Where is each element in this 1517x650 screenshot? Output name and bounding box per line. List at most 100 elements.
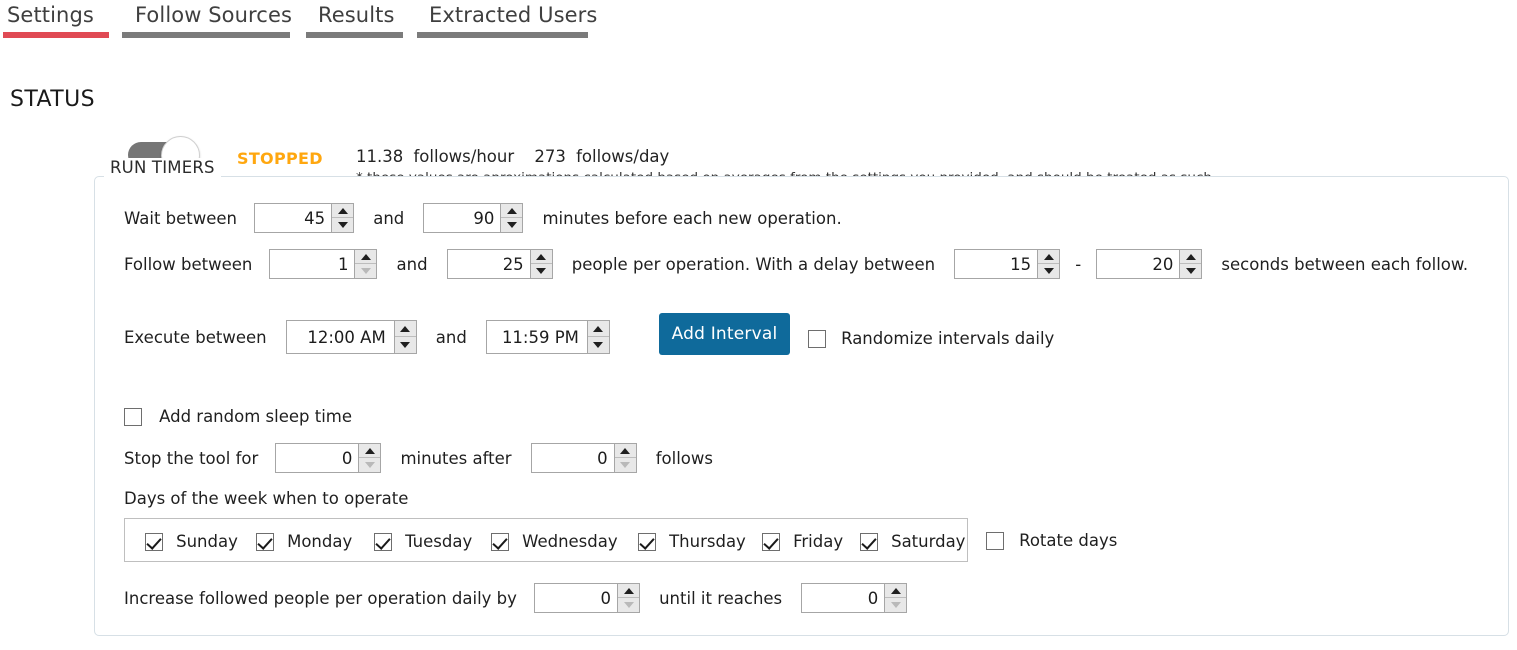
delay-min-seconds-spinner-buttons[interactable] (1037, 250, 1060, 278)
stop-minutes-spinner-buttons[interactable] (358, 444, 381, 472)
increase-by-spinner[interactable]: 0 (534, 583, 640, 613)
stop-after-follows-spinner-buttons[interactable] (613, 444, 636, 472)
spinner-up-arrow-icon[interactable] (501, 204, 523, 218)
day-checkbox-monday[interactable]: Monday (256, 531, 352, 551)
wait-max-minutes-spinner-buttons[interactable] (500, 204, 523, 232)
spinner-up-arrow-icon[interactable] (530, 250, 552, 264)
checkbox-saturday-box[interactable] (860, 532, 878, 551)
delay-max-seconds-spinner-buttons[interactable] (1179, 250, 1202, 278)
increase-middle-label: until it reaches (659, 588, 783, 608)
delay-max-seconds-spinner[interactable]: 20 (1096, 249, 1203, 279)
spinner-up-arrow-icon[interactable] (885, 584, 907, 598)
checkbox-friday-box[interactable] (762, 532, 780, 551)
tab-follow-sources-label: Follow Sources (135, 3, 293, 27)
checkbox-sunday-box[interactable] (145, 532, 163, 551)
follow-min-people-value: 1 (337, 254, 349, 274)
execute-end-time-spinner[interactable]: 11:59 PM (485, 320, 610, 354)
stop-minutes-value: 0 (341, 448, 353, 468)
tab-follow-sources[interactable]: Follow Sources (122, 0, 293, 44)
day-checkbox-sunday[interactable]: Sunday (145, 531, 238, 551)
rotate-days-checkbox[interactable] (986, 531, 1004, 550)
spinner-down-arrow-icon[interactable] (1038, 264, 1059, 278)
execute-start-time-spinner-buttons[interactable] (393, 321, 416, 353)
follow-min-people-spinner[interactable]: 1 (269, 249, 378, 279)
delay-max-seconds-value: 20 (1152, 254, 1174, 274)
follow-min-people-spinner-buttons[interactable] (354, 250, 377, 278)
spinner-down-arrow-icon[interactable] (395, 337, 416, 353)
follow-between-suffix-label: seconds between each follow. (1221, 254, 1469, 274)
tab-settings-label: Settings (7, 3, 94, 27)
follow-between-row: Follow between 1 and 25 people per opera… (124, 249, 1468, 279)
status-row: STATUS STOPPED 11.38 follows/hour 273 fo… (0, 60, 1517, 186)
status-rate-line: 11.38 follows/hour 273 follows/day (356, 147, 669, 166)
checkbox-wednesday-box[interactable] (491, 532, 509, 551)
spinner-down-arrow-icon[interactable] (885, 598, 906, 612)
tab-follow-sources-underline (122, 32, 290, 38)
checkbox-thursday-box[interactable] (638, 532, 656, 551)
wait-min-minutes-spinner-buttons[interactable] (331, 204, 354, 232)
spinner-up-arrow-icon[interactable] (394, 321, 416, 337)
stop-minutes-spinner[interactable]: 0 (275, 443, 382, 473)
increase-until-spinner-buttons[interactable] (884, 584, 907, 612)
wait-max-minutes-spinner[interactable]: 90 (423, 203, 524, 233)
tab-extracted-users[interactable]: Extracted Users (417, 0, 597, 44)
spinner-up-arrow-icon[interactable] (618, 584, 639, 598)
increase-until-spinner[interactable]: 0 (801, 583, 908, 613)
execute-between-row: Execute between 12:00 AM and 11:59 PM (124, 320, 610, 354)
spinner-down-arrow-icon[interactable] (615, 458, 636, 472)
stop-after-follows-spinner[interactable]: 0 (530, 443, 637, 473)
checkbox-tuesday-box[interactable] (374, 532, 392, 551)
spinner-down-arrow-icon[interactable] (359, 458, 380, 472)
spinner-up-arrow-icon[interactable] (355, 250, 377, 264)
spinner-up-arrow-icon[interactable] (332, 204, 354, 218)
follow-max-people-spinner-buttons[interactable] (529, 250, 552, 278)
stop-tool-suffix-label: follows (655, 448, 713, 468)
spinner-down-arrow-icon[interactable] (332, 218, 353, 232)
spinner-up-arrow-icon[interactable] (1038, 250, 1060, 264)
randomize-intervals-checkbox[interactable] (808, 329, 826, 348)
rotate-days-label: Rotate days (1019, 531, 1118, 550)
status-state-text: STOPPED (237, 149, 323, 168)
execute-end-time-value: 11:59 PM (501, 327, 579, 347)
day-checkbox-wednesday[interactable]: Wednesday (491, 531, 618, 551)
spinner-down-arrow-icon[interactable] (531, 264, 552, 278)
days-of-week-panel: Sunday Monday Tuesday Wednesday Thursday… (124, 518, 968, 562)
day-label-monday: Monday (287, 532, 353, 551)
spinner-down-arrow-icon[interactable] (355, 264, 376, 278)
add-random-sleep-row[interactable]: Add random sleep time (124, 406, 352, 426)
add-interval-button[interactable]: Add Interval (659, 313, 790, 355)
spinner-up-arrow-icon[interactable] (614, 444, 636, 458)
randomize-intervals-label: Randomize intervals daily (841, 329, 1055, 348)
days-of-week-caption: Days of the week when to operate (124, 489, 409, 508)
rotate-days-row[interactable]: Rotate days (986, 530, 1117, 550)
day-label-saturday: Saturday (891, 532, 966, 551)
tab-results[interactable]: Results (306, 0, 403, 44)
spinner-up-arrow-icon[interactable] (359, 444, 381, 458)
randomize-intervals-row[interactable]: Randomize intervals daily (808, 328, 1054, 348)
follow-max-people-spinner[interactable]: 25 (446, 249, 553, 279)
tab-settings[interactable]: Settings (3, 0, 109, 44)
status-label: STATUS (10, 87, 95, 112)
day-checkbox-friday[interactable]: Friday (762, 531, 843, 551)
day-label-wednesday: Wednesday (522, 532, 618, 551)
wait-between-conjunction-label: and (373, 208, 405, 228)
spinner-up-arrow-icon[interactable] (587, 321, 609, 337)
wait-between-row: Wait between 45 and 90 minutes before ea… (124, 203, 842, 233)
day-checkbox-tuesday[interactable]: Tuesday (374, 531, 472, 551)
spinner-up-arrow-icon[interactable] (1180, 250, 1202, 264)
increase-by-spinner-buttons[interactable] (617, 584, 639, 612)
tab-results-underline (306, 32, 403, 38)
spinner-down-arrow-icon[interactable] (618, 598, 639, 612)
execute-end-time-spinner-buttons[interactable] (586, 321, 609, 353)
spinner-down-arrow-icon[interactable] (588, 337, 609, 353)
day-checkbox-thursday[interactable]: Thursday (638, 531, 746, 551)
execute-start-time-spinner[interactable]: 12:00 AM (285, 320, 417, 354)
wait-min-minutes-spinner[interactable]: 45 (254, 203, 355, 233)
add-random-sleep-checkbox[interactable] (124, 407, 142, 426)
spinner-down-arrow-icon[interactable] (1180, 264, 1201, 278)
day-checkbox-saturday[interactable]: Saturday (860, 531, 965, 551)
delay-min-seconds-spinner[interactable]: 15 (954, 249, 1061, 279)
run-timers-title: RUN TIMERS (104, 158, 221, 177)
spinner-down-arrow-icon[interactable] (501, 218, 522, 232)
checkbox-monday-box[interactable] (256, 532, 274, 551)
